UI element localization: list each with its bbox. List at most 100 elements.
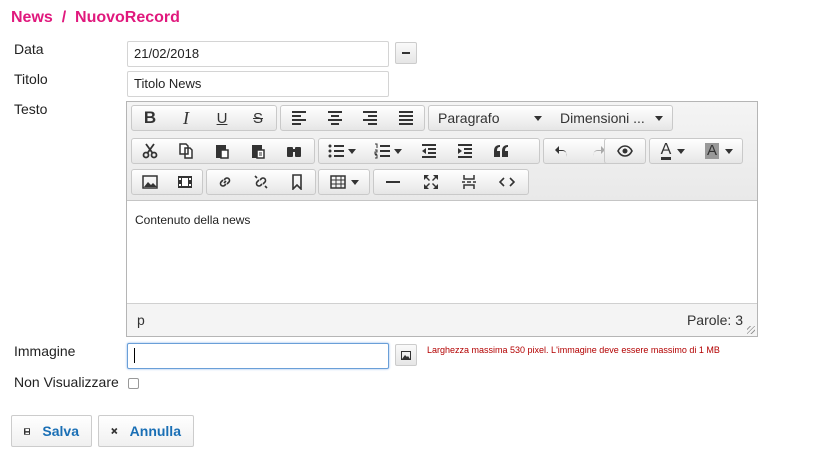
paste-text-button[interactable] xyxy=(240,139,276,163)
find-button[interactable] xyxy=(276,139,312,163)
anchor-icon xyxy=(292,174,302,190)
titolo-label: Titolo xyxy=(14,71,48,87)
anchor-button[interactable] xyxy=(279,170,315,194)
image-button[interactable] xyxy=(132,170,167,194)
titolo-field[interactable]: Titolo News xyxy=(127,71,389,97)
testo-label: Testo xyxy=(14,101,48,117)
bold-icon: B xyxy=(143,108,157,127)
chevron-down-icon xyxy=(394,148,402,154)
unlink-icon xyxy=(254,175,268,189)
cancel-button[interactable]: Annulla xyxy=(98,415,194,447)
size-select[interactable]: Dimensioni ... xyxy=(551,106,672,130)
link-group xyxy=(206,169,316,195)
rich-text-editor: B I U S Paragrafo Dimensioni ... A A Con… xyxy=(126,101,758,337)
outdent-button[interactable] xyxy=(411,139,447,163)
element-path[interactable]: p xyxy=(137,312,145,328)
save-button[interactable]: Salva xyxy=(11,415,92,447)
text-color-button[interactable]: A xyxy=(650,139,696,163)
non-visualizzare-label: Non Visualizzare xyxy=(14,374,119,390)
paste-button[interactable] xyxy=(204,139,240,163)
link-button[interactable] xyxy=(207,170,243,194)
editor-content[interactable]: Contenuto della news xyxy=(127,201,757,304)
align-left-icon xyxy=(291,111,306,125)
link-icon xyxy=(219,177,231,187)
preview-group-outer xyxy=(604,138,646,164)
undo-button[interactable] xyxy=(544,139,580,163)
align-right-button[interactable] xyxy=(353,106,389,130)
background-color-icon: A xyxy=(704,142,719,159)
table-icon xyxy=(329,175,346,189)
indent-icon xyxy=(458,144,472,158)
paste-text-icon xyxy=(252,145,265,159)
bulleted-list-icon xyxy=(328,144,344,158)
image-icon xyxy=(141,175,158,189)
image-icon xyxy=(401,350,411,360)
cut-button[interactable] xyxy=(132,139,168,163)
chevron-down-icon xyxy=(655,115,663,121)
browse-image-button[interactable] xyxy=(395,344,417,366)
chevron-down-icon xyxy=(725,148,733,154)
breadcrumb-separator: / xyxy=(61,9,67,26)
paste-icon xyxy=(216,145,229,159)
image-hint: Larghezza massima 530 pixel. L'immagine … xyxy=(427,345,720,355)
clipboard-group xyxy=(131,138,315,164)
align-right-icon xyxy=(363,111,378,125)
strikethrough-icon: S xyxy=(252,109,263,127)
blockquote-button[interactable] xyxy=(483,139,519,163)
indent-button[interactable] xyxy=(447,139,483,163)
numbered-list-button[interactable] xyxy=(365,139,411,163)
format-group: B I U S xyxy=(131,105,277,131)
chevron-down-icon xyxy=(348,148,356,154)
data-label: Data xyxy=(14,41,44,57)
media-button[interactable] xyxy=(167,170,202,194)
chevron-down-icon xyxy=(534,115,542,121)
immagine-field[interactable] xyxy=(127,343,389,369)
source-code-icon xyxy=(499,177,515,187)
outdent-icon xyxy=(422,144,436,158)
save-icon xyxy=(24,427,31,435)
preview-button[interactable] xyxy=(605,139,645,163)
table-button[interactable] xyxy=(319,170,369,194)
non-visualizzare-checkbox[interactable] xyxy=(128,378,139,389)
italic-button[interactable]: I xyxy=(168,106,204,130)
horizontal-rule-icon xyxy=(386,181,400,183)
unlink-button[interactable] xyxy=(243,170,279,194)
list-group xyxy=(318,138,540,164)
text-color-icon: A xyxy=(660,141,672,160)
align-left-button[interactable] xyxy=(281,106,317,130)
resize-handle-icon[interactable] xyxy=(747,326,755,334)
source-code-button[interactable] xyxy=(488,170,526,194)
align-justify-icon xyxy=(399,111,414,125)
size-select-value: Dimensioni ... xyxy=(560,110,645,126)
breadcrumb-root[interactable]: News xyxy=(11,9,53,26)
fullscreen-button[interactable] xyxy=(412,170,450,194)
blockquote-icon xyxy=(494,145,508,157)
chevron-down-icon xyxy=(677,148,686,154)
editor-content-text: Contenuto della news xyxy=(135,213,251,227)
underline-icon: U xyxy=(216,109,228,127)
format-select-value: Paragrafo xyxy=(438,110,500,126)
bold-button[interactable]: B xyxy=(132,106,168,130)
undo-icon xyxy=(555,146,567,157)
underline-button[interactable]: U xyxy=(204,106,240,130)
align-center-icon xyxy=(327,111,342,125)
background-color-button[interactable]: A xyxy=(696,139,742,163)
text-cursor xyxy=(134,348,135,363)
format-select[interactable]: Paragrafo xyxy=(429,106,551,130)
copy-icon xyxy=(179,143,193,159)
page-break-button[interactable] xyxy=(450,170,488,194)
find-icon xyxy=(287,147,301,157)
cut-icon xyxy=(142,143,158,159)
align-justify-button[interactable] xyxy=(388,106,424,130)
align-center-button[interactable] xyxy=(317,106,353,130)
select-group: Paragrafo Dimensioni ... xyxy=(428,105,673,131)
remove-date-button[interactable] xyxy=(395,42,417,64)
copy-button[interactable] xyxy=(168,139,204,163)
insert-group xyxy=(373,169,529,195)
horizontal-rule-button[interactable] xyxy=(374,170,412,194)
data-field[interactable]: 21/02/2018 xyxy=(127,41,389,67)
minus-icon xyxy=(402,52,410,54)
immagine-label: Immagine xyxy=(14,343,76,359)
strikethrough-button[interactable]: S xyxy=(240,106,276,130)
bulleted-list-button[interactable] xyxy=(319,139,365,163)
